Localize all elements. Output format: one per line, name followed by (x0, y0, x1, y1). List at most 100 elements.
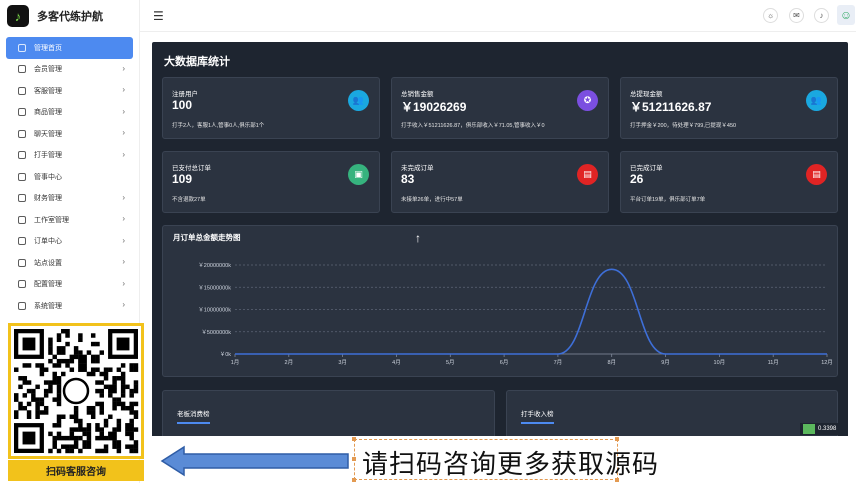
qr-module (116, 401, 122, 407)
qr-module (31, 397, 36, 402)
qr-module (125, 427, 130, 432)
chevron-right-icon: › (122, 106, 125, 116)
hamburger-icon[interactable]: ☰ (153, 9, 164, 23)
chevron-right-icon: › (122, 149, 125, 159)
qr-module (103, 371, 109, 377)
qr-module (112, 427, 117, 432)
sidebar-item[interactable]: 站点设置 › (6, 252, 133, 274)
qr-module (129, 444, 134, 449)
qr-module (73, 427, 79, 432)
qr-module (52, 380, 57, 385)
app-title: 多客代练护航 (37, 11, 103, 23)
menu-item-icon (18, 237, 26, 246)
qr-module (56, 358, 62, 364)
qr-module (56, 376, 62, 381)
sidebar-item[interactable]: 管理首页 (6, 37, 133, 59)
qr-module (99, 350, 104, 355)
qr-module (86, 410, 92, 415)
resize-handle[interactable] (352, 457, 356, 461)
qr-module (129, 393, 134, 398)
qr-module (108, 384, 113, 390)
sidebar-item[interactable]: 工作室管理 › (6, 209, 133, 231)
sidebar-item[interactable]: 打手管理 › (6, 145, 133, 167)
qr-module (78, 354, 83, 360)
sidebar-item[interactable]: 配置管理 › (6, 274, 133, 296)
qr-module (112, 440, 117, 445)
sidebar-item[interactable]: 系统管理 › (6, 295, 133, 317)
qr-module (56, 333, 62, 338)
sidebar-item[interactable]: 聊天管理 › (6, 123, 133, 145)
qr-module (65, 444, 70, 449)
qr-module (14, 367, 19, 372)
x-tick-label: 12月 (821, 359, 833, 366)
sidebar-item[interactable]: 订单中心 › (6, 231, 133, 253)
x-tick-label: 8月 (607, 359, 616, 366)
resize-handle[interactable] (352, 478, 356, 482)
x-tick-label: 4月 (392, 359, 401, 366)
sidebar-item[interactable]: 会员管理 › (6, 59, 133, 81)
stat-card-title: 未完成订单 (401, 165, 434, 172)
qr-code-box (8, 323, 144, 459)
qr-module (65, 363, 70, 368)
qr-module (39, 410, 45, 415)
brand[interactable]: ♪ 多客代练护航 (0, 0, 139, 32)
qr-module (78, 435, 83, 441)
qr-module (35, 397, 40, 402)
qr-module (103, 435, 109, 441)
qr-module (108, 431, 113, 437)
file-icon: ▤ (806, 164, 827, 185)
sidebar-item-label: 管事中心 (34, 173, 62, 181)
qr-module (52, 397, 57, 402)
menu-item-icon (18, 43, 26, 52)
bell-icon[interactable]: ♪ (814, 8, 829, 23)
stat-card-subtext: 打手2人，客服1人,管事0人,俱乐部1个 (172, 123, 265, 129)
qr-module (18, 376, 23, 381)
qr-module (73, 444, 79, 449)
qr-module (95, 435, 100, 441)
trend-chart-panel: 月订单总金额走势图 ↑ ￥0k ￥5000000k ￥10000000k ￥15000… (162, 225, 838, 377)
stat-card-subtext: 打手收入￥51211626.87，俱乐部收入￥71.05,管事收入￥0 (401, 123, 545, 129)
sidebar-item[interactable]: 客服管理 › (6, 80, 133, 102)
sidebar-item[interactable]: 商品管理 › (6, 102, 133, 124)
qr-module (120, 393, 126, 398)
qr-module (112, 431, 117, 437)
stat-card: 注册用户 100 打手2人，客服1人,管事0人,俱乐部1个 👥 (162, 77, 380, 139)
qr-module (82, 431, 87, 437)
qr-module (99, 405, 104, 411)
qr-module (116, 440, 122, 445)
mail-icon[interactable]: ✉ (789, 8, 804, 23)
qr-module (95, 354, 100, 360)
qr-module (112, 397, 117, 402)
qr-module (39, 401, 45, 407)
sidebar-item[interactable]: 财务管理 › (6, 188, 133, 210)
stat-card-title: 总销售金额 (401, 91, 434, 98)
resize-handle[interactable] (615, 437, 619, 441)
theme-toggle-icon[interactable]: ☼ (763, 8, 778, 23)
stat-card-value: ￥19026269 (401, 100, 467, 114)
qr-module (95, 401, 100, 407)
avatar[interactable]: ☺ (837, 5, 855, 25)
qr-module (116, 397, 122, 402)
qr-module (82, 440, 87, 445)
sidebar-item[interactable]: 管事中心 (6, 166, 133, 188)
promo-banner: 请扫码咨询更多获取源码 (146, 436, 856, 483)
menu-item-icon (18, 151, 26, 160)
qr-module (22, 376, 28, 381)
qr-module (56, 388, 62, 394)
qr-module (35, 401, 40, 407)
qr-module (125, 423, 130, 428)
qr-module (69, 354, 75, 360)
qr-module (52, 440, 57, 445)
qr-module (22, 363, 28, 368)
qr-module (116, 376, 122, 381)
qr-module (120, 363, 126, 368)
qr-module (39, 371, 45, 377)
qr-module (43, 393, 49, 398)
resize-handle[interactable] (352, 437, 356, 441)
qr-module (82, 363, 87, 368)
qr-module (112, 376, 117, 381)
qr-module (86, 431, 92, 437)
stat-card-title: 注册用户 (172, 91, 198, 98)
qr-module (116, 448, 122, 454)
qr-module (73, 350, 79, 355)
